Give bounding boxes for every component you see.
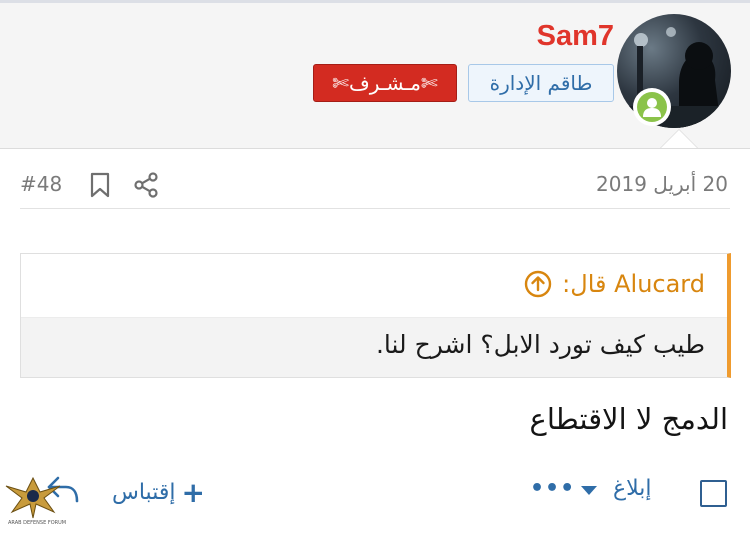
- report-link[interactable]: إبلاغ: [613, 476, 652, 501]
- share-icon[interactable]: [132, 170, 160, 200]
- forum-logo-text: ARAB DEFENSE FORUM: [8, 520, 67, 526]
- quote-author-link[interactable]: Alucard قال:: [524, 270, 705, 298]
- quote-header: Alucard قال:: [21, 254, 727, 318]
- quote-button[interactable]: + إقتباس: [112, 476, 205, 509]
- quote-block: Alucard قال: طيب كيف تورد الابل؟ اشرح لن…: [20, 253, 731, 378]
- moderator-banner: ✄مـشـرف✄: [313, 64, 457, 102]
- chevron-down-icon: [581, 486, 598, 495]
- plus-icon: +: [181, 476, 205, 509]
- header-pointer: [661, 130, 697, 148]
- staff-banner: طاقم الإدارة: [468, 64, 614, 102]
- more-dots: •••: [530, 476, 576, 501]
- post-message: الدمج لا الاقتطاع: [529, 402, 728, 436]
- arrow-up-circle-icon[interactable]: [524, 270, 552, 298]
- quote-text: طيب كيف تورد الابل؟ اشرح لنا.: [375, 330, 705, 359]
- post-number-link[interactable]: #48: [20, 172, 62, 196]
- quote-button-label: إقتباس: [112, 480, 176, 505]
- post-date-link[interactable]: 20 أبريل 2019: [596, 172, 728, 196]
- quote-content: طيب كيف تورد الابل؟ اشرح لنا.: [21, 318, 727, 377]
- bookmark-icon[interactable]: [86, 170, 114, 200]
- online-status-badge: [633, 88, 671, 126]
- username-link[interactable]: Sam7: [537, 20, 614, 53]
- user-online-icon: [637, 92, 667, 122]
- more-options-menu[interactable]: •••: [530, 476, 598, 501]
- select-post-checkbox[interactable]: [700, 480, 727, 507]
- meta-divider: [20, 208, 730, 209]
- quote-author-label: Alucard قال:: [562, 270, 705, 298]
